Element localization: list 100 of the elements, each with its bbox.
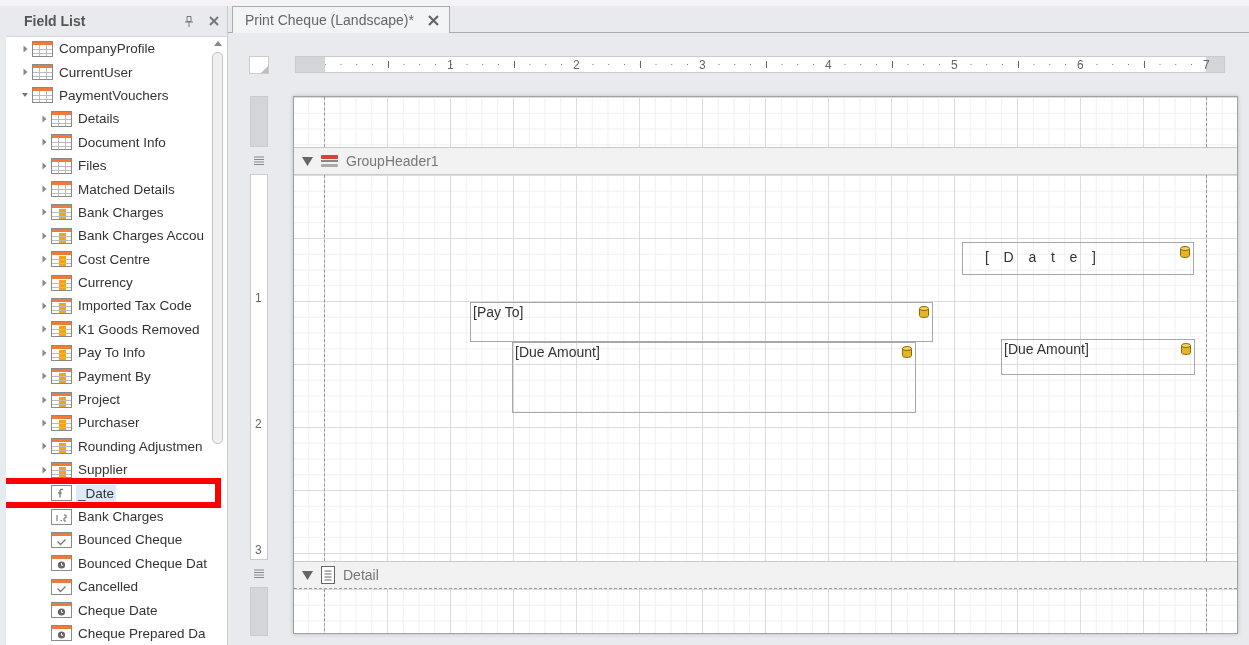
clock-icon: [51, 602, 72, 619]
tree-item[interactable]: Supplier: [76, 461, 130, 479]
tree-item[interactable]: Bounced Cheque Dat: [76, 554, 210, 572]
band-header[interactable]: Detail: [294, 561, 1237, 589]
tree-item[interactable]: Cancelled: [76, 578, 141, 596]
expand-arrow-icon[interactable]: [41, 395, 47, 404]
document-tab[interactable]: Print Cheque (Landscape)*: [232, 6, 450, 33]
data-field[interactable]: [Due Amount]: [512, 342, 916, 413]
ruler-margin: [250, 96, 268, 147]
collapse-arrow-icon[interactable]: [21, 92, 29, 99]
expand-arrow-icon[interactable]: [41, 255, 47, 264]
clock-icon: [51, 555, 72, 572]
table-icon: [32, 64, 53, 81]
scroll-up-arrow-icon[interactable]: [213, 41, 222, 46]
tree-item[interactable]: Bank Charges: [76, 203, 166, 221]
table-icon: [32, 87, 53, 104]
data-field[interactable]: [Due Amount]: [1001, 339, 1195, 375]
data-field[interactable]: [Pay To]: [470, 302, 933, 342]
collapse-caret-icon[interactable]: [302, 156, 313, 166]
tree-item[interactable]: Details: [76, 110, 122, 128]
tree-item[interactable]: Rounding Adjustmen: [76, 437, 205, 455]
close-icon[interactable]: [209, 16, 219, 26]
tree-item[interactable]: Payment By: [76, 367, 153, 385]
clock-icon: [51, 625, 72, 642]
tree-item[interactable]: K1 Goods Removed: [76, 320, 202, 338]
band-header[interactable]: GroupHeader1: [294, 147, 1237, 175]
expand-arrow-icon[interactable]: [41, 302, 47, 310]
table-icon: [51, 298, 72, 314]
table-icon: [51, 391, 72, 408]
ruler-number: 1: [447, 58, 454, 72]
group-header-icon: [321, 154, 338, 168]
tree-item[interactable]: CompanyProfile: [57, 40, 158, 58]
tree-item[interactable]: Bounced Cheque: [76, 531, 185, 549]
expand-arrow-icon[interactable]: [41, 161, 47, 170]
tree-item[interactable]: Currency: [76, 274, 135, 292]
table-icon: [51, 227, 72, 244]
close-icon[interactable]: [427, 14, 439, 26]
expand-arrow-icon[interactable]: [41, 418, 47, 427]
database-icon: [902, 346, 912, 358]
database-icon: [1181, 343, 1191, 355]
tree-item[interactable]: PaymentVouchers: [57, 86, 171, 104]
ruler-number: 5: [951, 58, 958, 72]
tree-item[interactable]: Files: [76, 157, 109, 175]
tree-item[interactable]: Bank Charges: [76, 508, 166, 525]
expand-arrow-icon[interactable]: [41, 325, 47, 334]
expand-arrow-icon[interactable]: [41, 185, 47, 194]
expand-arrow-icon[interactable]: [22, 68, 28, 77]
panel-title: Field List: [24, 13, 87, 29]
expand-arrow-icon[interactable]: [41, 231, 47, 240]
table-icon: [51, 134, 72, 151]
tree-item[interactable]: Imported Tax Code: [76, 297, 194, 315]
tree-item[interactable]: Project: [76, 391, 123, 409]
table-icon: [51, 461, 72, 478]
table-icon: [51, 251, 72, 268]
band-handle-icon: [254, 569, 264, 578]
pin-icon[interactable]: [185, 15, 193, 27]
expand-arrow-icon[interactable]: [41, 208, 47, 217]
table-icon: [51, 110, 72, 127]
tree-item[interactable]: CurrentUser: [57, 63, 135, 81]
expand-arrow-icon[interactable]: [41, 348, 47, 357]
ruler-number: 6: [1077, 58, 1084, 72]
triangle-icon: [261, 65, 268, 73]
tree-item[interactable]: Matched Details: [76, 180, 177, 198]
expand-arrow-icon[interactable]: [41, 138, 47, 147]
database-icon: [1180, 246, 1190, 258]
expand-arrow-icon[interactable]: [41, 372, 47, 381]
table-icon: [51, 274, 72, 291]
expand-arrow-icon[interactable]: [41, 278, 47, 287]
table-icon: [51, 438, 72, 455]
tree-item[interactable]: _Date: [76, 484, 117, 502]
data-field[interactable]: [Date]: [962, 242, 1194, 275]
ruler-number: 3: [255, 543, 262, 557]
table-icon: [51, 321, 72, 338]
expand-arrow-icon[interactable]: [41, 465, 47, 474]
detail-band-icon: [321, 566, 335, 584]
table-icon: [51, 181, 72, 198]
table-icon: [51, 157, 72, 174]
band-title: Detail: [343, 567, 379, 583]
ruler-number: 7: [1203, 58, 1210, 72]
band-handle-icon: [254, 156, 264, 165]
ruler-number: 1: [255, 291, 262, 305]
expand-arrow-icon[interactable]: [41, 442, 47, 451]
table-icon: [51, 344, 72, 361]
tree-item[interactable]: Purchaser: [76, 414, 142, 432]
tree-item[interactable]: Cheque Date: [76, 601, 160, 619]
table-icon: [32, 40, 53, 57]
table-icon: [51, 204, 72, 221]
ruler-corner[interactable]: [249, 55, 269, 74]
ruler-number: 4: [825, 58, 832, 72]
tree-item[interactable]: Cost Centre: [76, 250, 153, 268]
ruler-number: 2: [573, 58, 580, 72]
ruler-margin: [250, 587, 268, 636]
expand-arrow-icon[interactable]: [22, 44, 28, 53]
tree-item[interactable]: Bank Charges Accou: [76, 227, 207, 245]
tree-item[interactable]: Cheque Prepared Da: [76, 624, 208, 642]
tree-item[interactable]: Pay To Info: [76, 344, 148, 362]
expand-arrow-icon[interactable]: [41, 114, 47, 123]
database-icon: [919, 306, 929, 318]
tree-item[interactable]: Document Info: [76, 133, 168, 151]
collapse-caret-icon[interactable]: [302, 570, 313, 580]
